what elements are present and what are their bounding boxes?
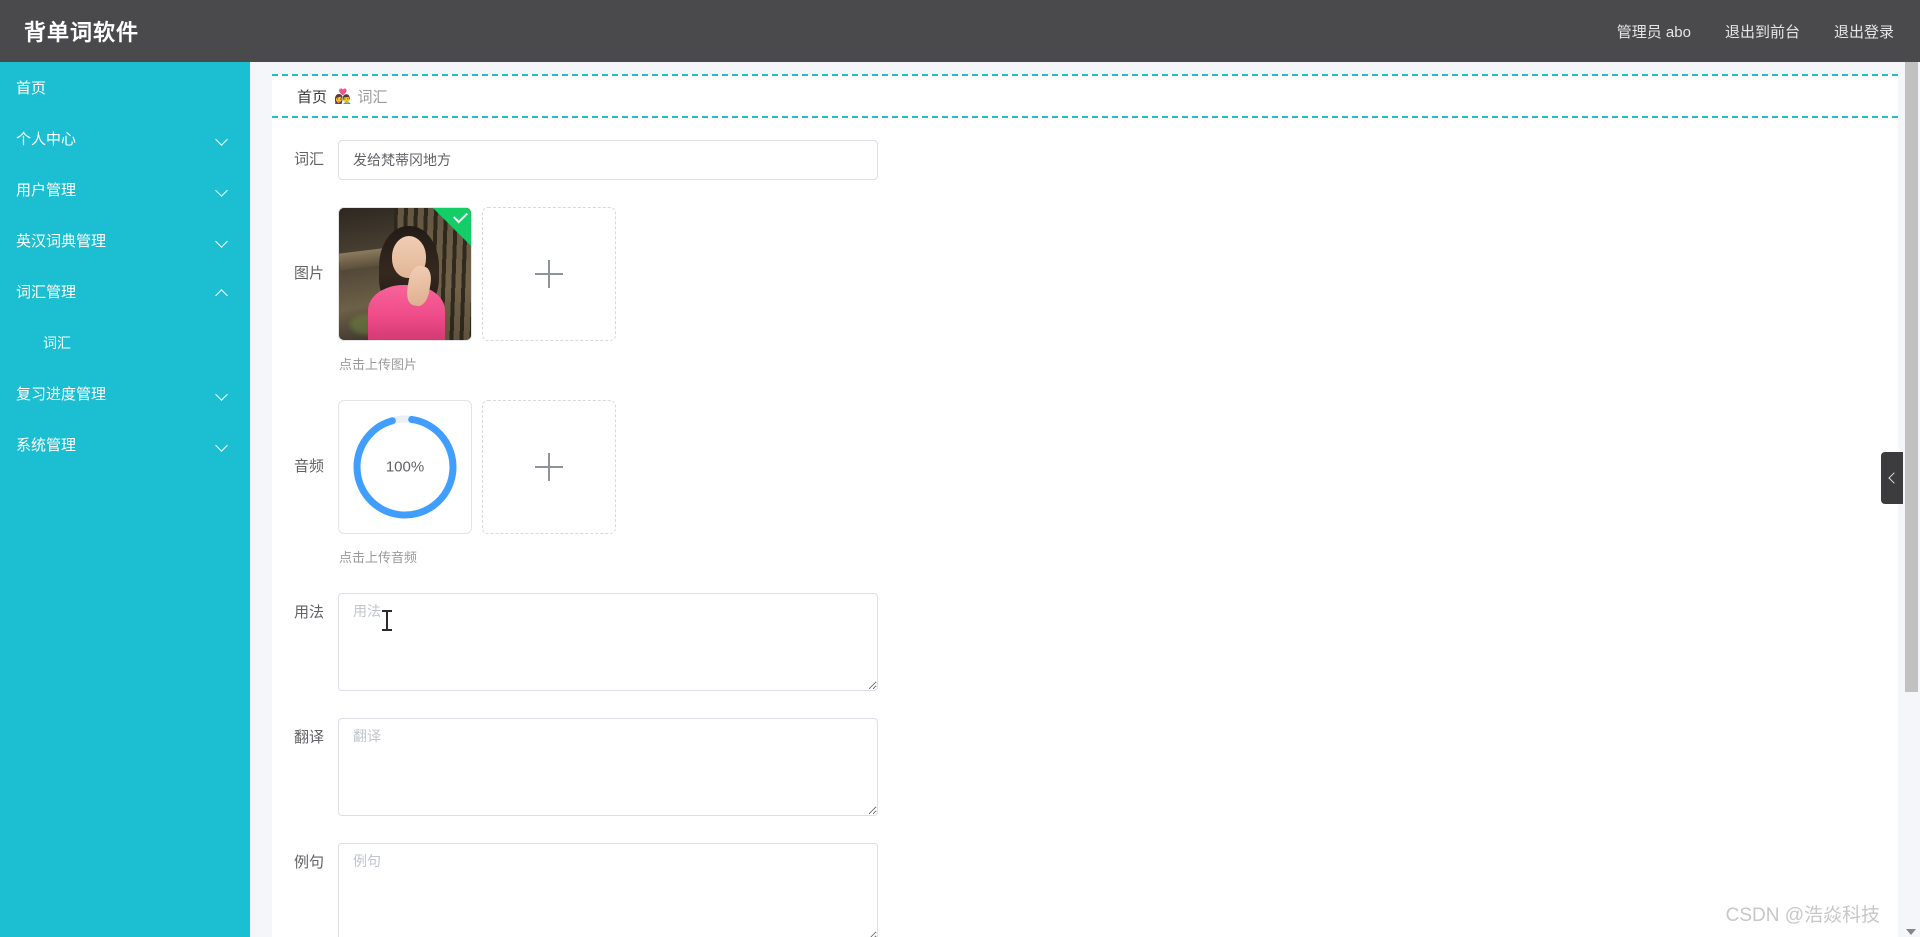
sidebar-nav: 首页 个人中心 用户管理 英汉词典管理 词汇管理 词汇 复习进度管理 系统管理 — [0, 62, 250, 937]
main-content-area: 首页 👩‍❤️‍👨 词汇 词汇 图片 — [250, 62, 1920, 937]
breadcrumb-separator-icon: 👩‍❤️‍👨 — [334, 87, 351, 104]
chevron-left-icon — [1887, 472, 1900, 484]
image-upload-list — [338, 207, 1898, 341]
sidebar-item-label: 英汉词典管理 — [16, 233, 107, 250]
chevron-up-icon — [216, 286, 228, 298]
header-actions: 管理员 abo 退出到前台 退出登录 — [1617, 21, 1894, 42]
breadcrumb-home[interactable]: 首页 — [297, 86, 327, 107]
audio-label: 音频 — [293, 458, 324, 475]
back-to-front-link[interactable]: 退出到前台 — [1725, 21, 1800, 42]
form-card: 词汇 图片 — [272, 118, 1898, 937]
sidebar-item-label: 首页 — [16, 80, 47, 97]
example-textarea[interactable] — [338, 843, 878, 937]
form-row-translation: 翻译 — [272, 718, 1898, 816]
sidebar-item-label: 用户管理 — [16, 182, 77, 199]
chevron-down-icon — [216, 235, 228, 247]
breadcrumb-current: 词汇 — [357, 88, 388, 106]
form-row-usage: 用法 — [272, 593, 1898, 691]
sidebar-item-dictionary-management[interactable]: 英汉词典管理 — [0, 215, 250, 266]
word-input[interactable] — [338, 140, 878, 180]
translation-label: 翻译 — [293, 729, 324, 746]
image-field-wrap: 点击上传图片 — [338, 207, 1898, 373]
audio-upload-list: 100% — [338, 400, 1898, 534]
audio-upload-button[interactable] — [482, 400, 616, 534]
word-label: 词汇 — [293, 151, 324, 168]
scroll-down-arrow-icon[interactable] — [1906, 929, 1916, 935]
sidebar-subitem-label: 词汇 — [43, 334, 71, 351]
sidebar-item-vocabulary-management[interactable]: 词汇管理 — [0, 266, 250, 317]
image-label: 图片 — [293, 265, 324, 282]
sidebar-item-personal-center[interactable]: 个人中心 — [0, 113, 250, 164]
sidebar-item-review-progress-management[interactable]: 复习进度管理 — [0, 368, 250, 419]
plus-icon — [535, 453, 563, 481]
top-header-bar: 背单词软件 管理员 abo 退出到前台 退出登录 — [0, 0, 1920, 62]
sidebar-item-label: 词汇管理 — [16, 284, 77, 301]
plus-icon — [535, 260, 563, 288]
sidebar-item-label: 系统管理 — [16, 437, 77, 454]
logout-link[interactable]: 退出登录 — [1834, 21, 1894, 42]
page-scrollbar-track[interactable] — [1903, 62, 1920, 937]
page-scrollbar-thumb[interactable] — [1905, 62, 1918, 692]
word-field-wrap — [338, 140, 1898, 180]
sidebar-subitem-vocabulary[interactable]: 词汇 — [0, 317, 250, 368]
sidebar-item-user-management[interactable]: 用户管理 — [0, 164, 250, 215]
image-upload-tip: 点击上传图片 — [339, 357, 418, 372]
chevron-down-icon — [216, 388, 228, 400]
admin-user-link[interactable]: 管理员 abo — [1617, 21, 1691, 42]
example-field-wrap — [338, 843, 1898, 937]
translation-field-wrap — [338, 718, 1898, 816]
breadcrumb: 首页 👩‍❤️‍👨 词汇 — [272, 74, 1898, 118]
audio-upload-progress[interactable]: 100% — [338, 400, 472, 534]
usage-label: 用法 — [293, 604, 324, 621]
form-row-image: 图片 点击上传图片 — [272, 207, 1898, 373]
chevron-down-icon — [216, 439, 228, 451]
chevron-down-icon — [216, 184, 228, 196]
audio-upload-tip: 点击上传音频 — [339, 550, 418, 565]
panel-collapse-handle[interactable] — [1881, 452, 1903, 504]
sidebar-item-home[interactable]: 首页 — [0, 62, 250, 113]
sidebar-item-label: 复习进度管理 — [16, 386, 107, 403]
image-upload-button[interactable] — [482, 207, 616, 341]
example-label: 例句 — [293, 854, 324, 871]
audio-field-wrap: 100% 点击上传音频 — [338, 400, 1898, 566]
usage-field-wrap — [338, 593, 1898, 691]
form-row-word: 词汇 — [272, 140, 1898, 180]
audio-progress-text: 100% — [385, 458, 425, 476]
chevron-down-icon — [216, 133, 228, 145]
translation-textarea[interactable] — [338, 718, 878, 816]
app-brand-title: 背单词软件 — [24, 20, 140, 45]
form-row-example: 例句 — [272, 843, 1898, 937]
usage-textarea[interactable] — [338, 593, 878, 691]
sidebar-item-label: 个人中心 — [16, 131, 77, 148]
form-row-audio: 音频 100% 点击上传音频 — [272, 400, 1898, 566]
image-thumbnail[interactable] — [338, 207, 472, 341]
sidebar-item-system-management[interactable]: 系统管理 — [0, 419, 250, 470]
